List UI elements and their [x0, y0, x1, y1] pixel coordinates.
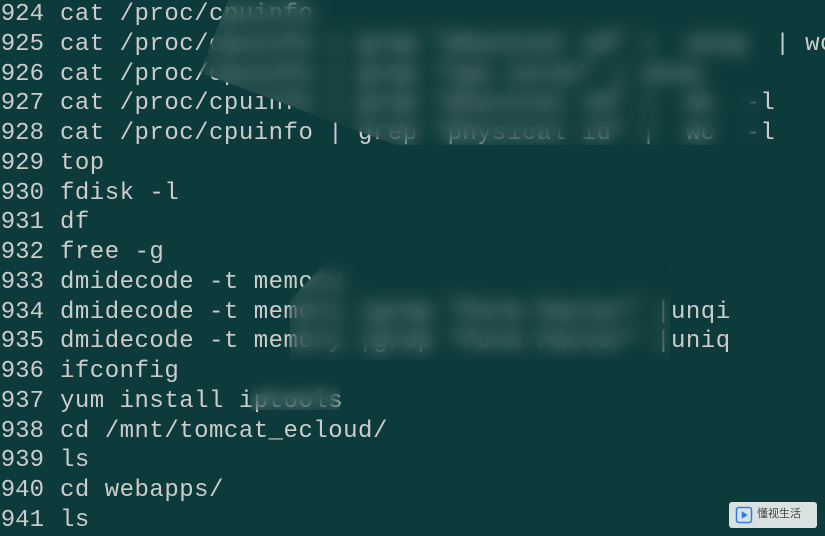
line-number: 931 [0, 208, 60, 238]
command-text: ls [60, 446, 90, 476]
line-number: 941 [0, 506, 60, 536]
history-line: 930 fdisk -l [0, 179, 825, 209]
history-line: 936 ifconfig [0, 357, 825, 387]
history-line: 940 cd webapps/ [0, 476, 825, 506]
line-number: 935 [0, 327, 60, 357]
history-line: 929 top [0, 149, 825, 179]
play-icon [735, 506, 753, 524]
line-number: 934 [0, 298, 60, 328]
line-number: 926 [0, 60, 60, 90]
history-line: 938 cd /mnt/tomcat_ecloud/ [0, 417, 825, 447]
command-text: fdisk -l [60, 179, 179, 209]
line-number: 937 [0, 387, 60, 417]
command-text: ls [60, 506, 90, 536]
line-number: 932 [0, 238, 60, 268]
line-number: 925 [0, 30, 60, 60]
command-text: cd /mnt/tomcat_ecloud/ [60, 417, 388, 447]
history-line: 931 df [0, 208, 825, 238]
command-text: free -g [60, 238, 164, 268]
line-number: 930 [0, 179, 60, 209]
line-number: 924 [0, 0, 60, 30]
command-text: cd webapps/ [60, 476, 224, 506]
line-number: 929 [0, 149, 60, 179]
blur-overlay [290, 260, 670, 360]
history-line: 941 ls [0, 506, 825, 536]
line-number: 938 [0, 417, 60, 447]
line-number: 933 [0, 268, 60, 298]
history-line: 937 yum install iptools [0, 387, 825, 417]
watermark: 懂视生活 [729, 502, 817, 528]
line-number: 927 [0, 89, 60, 119]
command-text: top [60, 149, 105, 179]
watermark-text: 懂视生活 [757, 508, 801, 522]
line-number: 940 [0, 476, 60, 506]
blur-overlay [250, 380, 340, 410]
command-text: ifconfig [60, 357, 179, 387]
line-number: 928 [0, 119, 60, 149]
line-number: 936 [0, 357, 60, 387]
line-number: 939 [0, 446, 60, 476]
history-line: 939 ls [0, 446, 825, 476]
command-text: df [60, 208, 90, 238]
